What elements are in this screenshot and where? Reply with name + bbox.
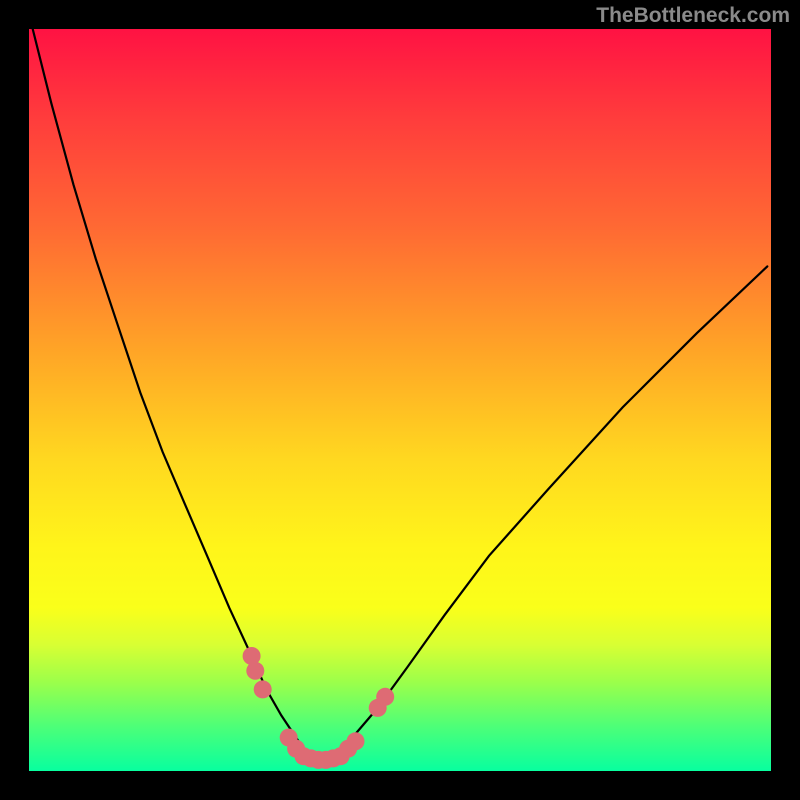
plot-area — [29, 29, 771, 771]
chart-stage: TheBottleneck.com — [0, 0, 800, 800]
watermark-text: TheBottleneck.com — [596, 4, 790, 28]
